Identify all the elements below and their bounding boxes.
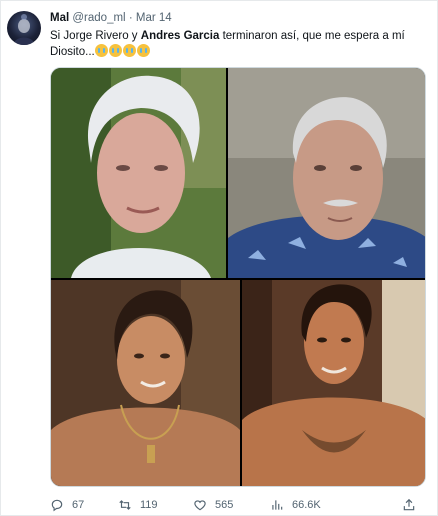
like-count: 565 — [215, 499, 234, 511]
photo-old-man-white-hair[interactable] — [51, 68, 226, 278]
share-icon — [403, 498, 415, 511]
retweet-icon — [119, 500, 131, 510]
author-handle[interactable]: @rado_ml — [72, 12, 125, 24]
retweet-count: 119 — [140, 499, 158, 511]
emoji-row — [94, 44, 151, 58]
tweet-card[interactable]: Mal @rado_ml · Mar 14 Si Jorge Rivero y … — [0, 0, 438, 516]
action-bar: 67 119 565 66.6K — [50, 497, 430, 513]
like-button[interactable]: 565 — [193, 497, 233, 513]
retweet-button[interactable]: 119 — [118, 497, 158, 513]
separator-dot: · — [128, 12, 133, 24]
crying-face-icon — [136, 44, 150, 57]
tweet-date[interactable]: Mar 14 — [136, 12, 172, 24]
photo-young-man-necklace[interactable] — [51, 280, 240, 486]
media-grid — [50, 67, 426, 487]
avatar[interactable] — [7, 11, 41, 45]
photo-young-man-shirtless[interactable] — [242, 280, 425, 486]
share-button[interactable] — [402, 497, 416, 513]
view-count: 66.6K — [292, 499, 321, 511]
crying-face-icon — [108, 44, 122, 57]
tweet-header: Mal @rado_ml · Mar 14 — [50, 11, 172, 25]
reply-count: 67 — [72, 499, 85, 511]
heart-icon — [194, 500, 206, 511]
author-name[interactable]: Mal — [50, 12, 69, 24]
photo-old-man-hawaiian-shirt[interactable] — [228, 68, 425, 278]
tweet-text: Si Jorge Rivero y Andres Garcia terminar… — [50, 28, 420, 60]
bar-chart-icon — [272, 500, 283, 510]
reply-button[interactable]: 67 — [50, 497, 84, 513]
crying-face-icon — [122, 44, 136, 57]
views-button[interactable]: 66.6K — [270, 497, 321, 513]
tweet-text-part1: Si Jorge Rivero y — [50, 30, 141, 42]
tweet-text-bold: Andres Garcia — [140, 30, 220, 42]
crying-face-icon — [94, 44, 108, 57]
reply-icon — [51, 499, 63, 512]
